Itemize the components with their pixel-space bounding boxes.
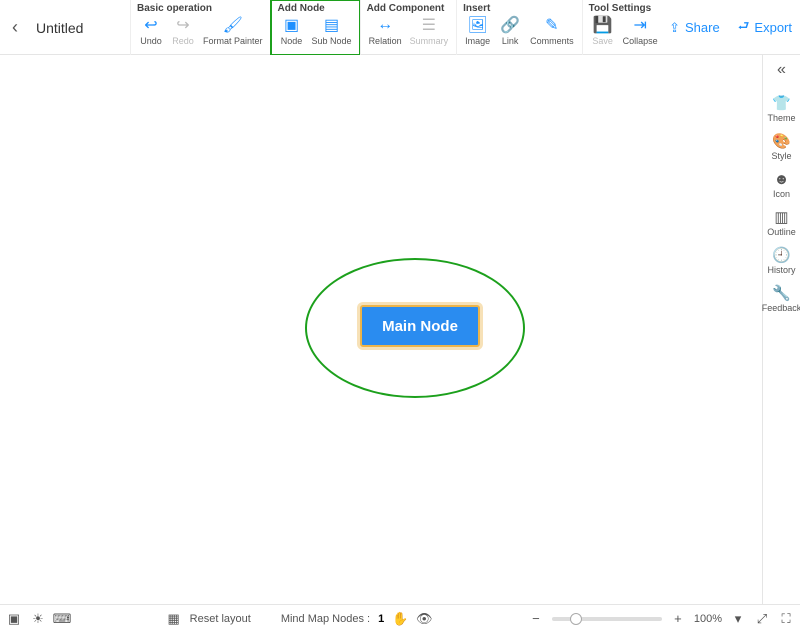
save-icon: 💾 bbox=[594, 16, 612, 34]
section-label: Add Component bbox=[367, 3, 451, 14]
share-button[interactable]: ⇪ Share bbox=[669, 20, 720, 36]
share-label: Share bbox=[685, 20, 720, 35]
pan-icon[interactable]: ✋ bbox=[392, 611, 408, 627]
reset-layout-button[interactable]: Reset layout bbox=[190, 613, 251, 625]
section-add-node: Add Node ▣ Node ▤ Sub Node bbox=[271, 0, 360, 55]
sidebar-label: Style bbox=[771, 151, 791, 161]
zoom-slider-thumb[interactable] bbox=[570, 613, 582, 625]
sidebar-label: Outline bbox=[767, 227, 796, 237]
node-label: Node bbox=[281, 36, 303, 46]
sidebar-label: History bbox=[767, 265, 795, 275]
sidebar-item-style[interactable]: 🎨 Style bbox=[763, 131, 800, 161]
comments-icon: ✎ bbox=[543, 16, 561, 34]
link-label: Link bbox=[502, 36, 519, 46]
save-label: Save bbox=[592, 36, 613, 46]
format-painter-label: Format Painter bbox=[203, 36, 263, 46]
comments-button[interactable]: ✎ Comments bbox=[528, 16, 576, 46]
section-label: Add Node bbox=[278, 3, 354, 14]
summary-icon: ☰ bbox=[420, 16, 438, 34]
relation-icon: ↔ bbox=[376, 16, 394, 34]
top-right-actions: ⇪ Share ⮐ Export bbox=[669, 0, 792, 55]
section-insert: Insert 🖼 Image 🔗 Link ✎ Comments bbox=[456, 0, 582, 55]
style-icon: 🎨 bbox=[772, 131, 792, 151]
history-icon: 🕘 bbox=[772, 245, 792, 265]
sidebar-item-history[interactable]: 🕘 History bbox=[763, 245, 800, 275]
export-button[interactable]: ⮐ Export bbox=[738, 17, 792, 39]
section-label: Insert bbox=[463, 3, 576, 14]
sub-node-label: Sub Node bbox=[312, 36, 352, 46]
sub-node-button[interactable]: ▤ Sub Node bbox=[310, 16, 354, 46]
undo-button[interactable]: ↩ Undo bbox=[137, 16, 165, 46]
theme-icon: 👕 bbox=[772, 93, 792, 113]
share-icon: ⇪ bbox=[669, 20, 680, 36]
eye-icon[interactable]: 👁 bbox=[416, 611, 432, 627]
right-sidebar: « 👕 Theme 🎨 Style ☻ Icon ▥ Outline 🕘 His… bbox=[762, 55, 800, 604]
document-title[interactable]: Untitled bbox=[30, 0, 130, 55]
export-icon: ⮐ bbox=[738, 17, 750, 39]
section-basic-operation: Basic operation ↩ Undo ↪ Redo 🖌 Format P… bbox=[130, 0, 271, 55]
zoom-in-button[interactable]: + bbox=[670, 611, 686, 627]
format-painter-button[interactable]: 🖌 Format Painter bbox=[201, 16, 265, 46]
chevron-double-left-icon: « bbox=[777, 61, 786, 78]
redo-label: Redo bbox=[172, 36, 194, 46]
sidebar-item-feedback[interactable]: 🔧 Feedback bbox=[763, 283, 800, 313]
chevron-left-icon: ‹ bbox=[12, 17, 18, 38]
fullscreen-icon[interactable]: ⛶ bbox=[778, 611, 794, 627]
collapse-label: Collapse bbox=[623, 36, 658, 46]
canvas-area[interactable]: Main Node bbox=[0, 55, 762, 604]
chevron-down-icon[interactable]: ▾ bbox=[730, 611, 746, 627]
image-icon: 🖼 bbox=[469, 16, 487, 34]
keyboard-icon[interactable]: ⌨ bbox=[54, 611, 70, 627]
sidebar-label: Feedback bbox=[762, 303, 800, 313]
reset-layout-icon[interactable]: ▦ bbox=[166, 611, 182, 627]
relation-button[interactable]: ↔ Relation bbox=[367, 16, 404, 46]
fit-screen-icon[interactable]: ⤢ bbox=[754, 611, 770, 627]
bottom-bar: ▣ ☀ ⌨ ▦ Reset layout Mind Map Nodes : 1 … bbox=[0, 604, 800, 632]
redo-button[interactable]: ↪ Redo bbox=[169, 16, 197, 46]
section-label: Tool Settings bbox=[589, 3, 660, 14]
undo-label: Undo bbox=[140, 36, 162, 46]
sidebar-label: Icon bbox=[773, 189, 790, 199]
sidebar-item-theme[interactable]: 👕 Theme bbox=[763, 93, 800, 123]
format-painter-icon: 🖌 bbox=[224, 16, 242, 34]
zoom-out-button[interactable]: − bbox=[528, 611, 544, 627]
save-button[interactable]: 💾 Save bbox=[589, 16, 617, 46]
comments-label: Comments bbox=[530, 36, 574, 46]
zoom-slider[interactable] bbox=[552, 617, 662, 621]
main-node[interactable]: Main Node bbox=[360, 305, 480, 347]
collapse-button[interactable]: ⇥ Collapse bbox=[621, 16, 660, 46]
link-icon: 🔗 bbox=[501, 16, 519, 34]
sidebar-label: Theme bbox=[767, 113, 795, 123]
section-label: Basic operation bbox=[137, 3, 265, 14]
node-button[interactable]: ▣ Node bbox=[278, 16, 306, 46]
collapse-icon: ⇥ bbox=[631, 16, 649, 34]
top-toolbar: ‹ Untitled Basic operation ↩ Undo ↪ Redo… bbox=[0, 0, 800, 55]
undo-icon: ↩ bbox=[142, 16, 160, 34]
image-label: Image bbox=[465, 36, 490, 46]
export-label: Export bbox=[754, 20, 792, 35]
node-icon: ▣ bbox=[283, 16, 301, 34]
sub-node-icon: ▤ bbox=[323, 16, 341, 34]
redo-icon: ↪ bbox=[174, 16, 192, 34]
mind-map-nodes-label: Mind Map Nodes : bbox=[281, 613, 370, 625]
summary-label: Summary bbox=[410, 36, 449, 46]
brightness-icon[interactable]: ☀ bbox=[30, 611, 46, 627]
sidebar-item-icon[interactable]: ☻ Icon bbox=[763, 169, 800, 199]
summary-button[interactable]: ☰ Summary bbox=[408, 16, 451, 46]
feedback-icon: 🔧 bbox=[772, 283, 792, 303]
smiley-icon: ☻ bbox=[772, 169, 792, 189]
zoom-percent: 100% bbox=[694, 613, 722, 625]
image-button[interactable]: 🖼 Image bbox=[463, 16, 492, 46]
sidebar-item-outline[interactable]: ▥ Outline bbox=[763, 207, 800, 237]
back-button[interactable]: ‹ bbox=[0, 0, 30, 55]
relation-label: Relation bbox=[369, 36, 402, 46]
link-button[interactable]: 🔗 Link bbox=[496, 16, 524, 46]
section-tool-settings: Tool Settings 💾 Save ⇥ Collapse bbox=[582, 0, 666, 55]
section-add-component: Add Component ↔ Relation ☰ Summary bbox=[360, 0, 457, 55]
sidebar-collapse-button[interactable]: « bbox=[777, 61, 786, 79]
mind-map-nodes-count: 1 bbox=[378, 613, 384, 625]
layers-icon[interactable]: ▣ bbox=[6, 611, 22, 627]
outline-icon: ▥ bbox=[772, 207, 792, 227]
